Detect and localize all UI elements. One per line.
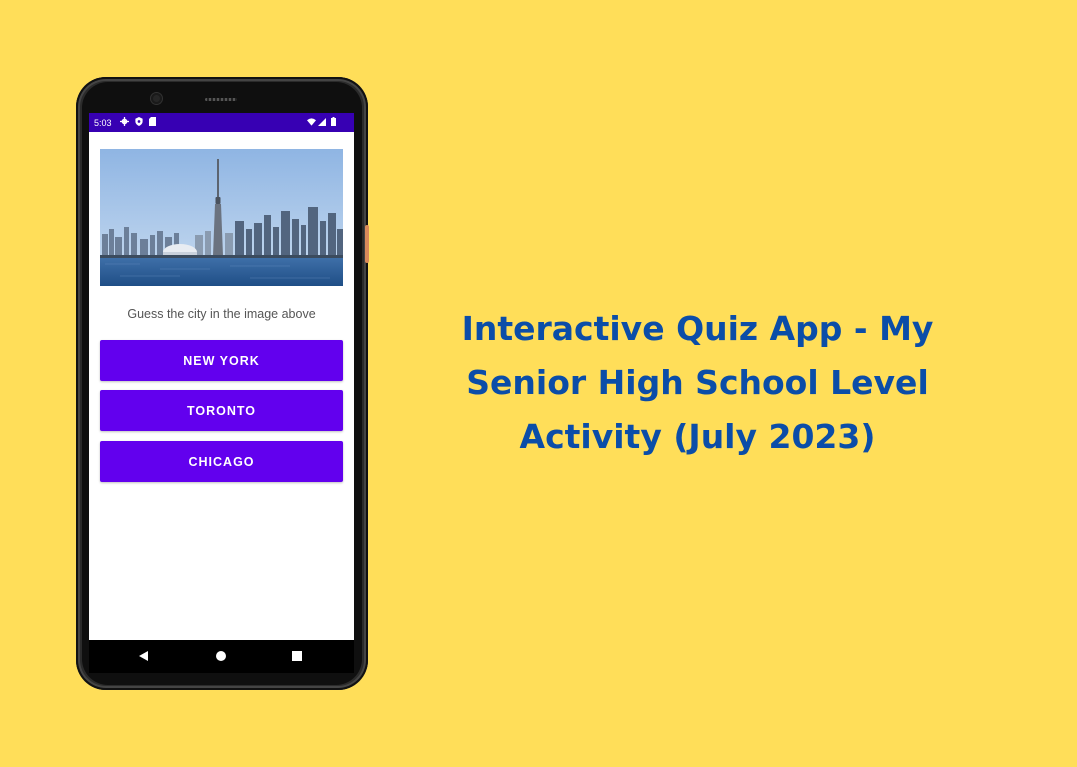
status-right-icons	[307, 117, 336, 128]
status-bar: 5:03	[89, 113, 354, 132]
headline-line-3: Activity (July 2023)	[519, 417, 876, 456]
power-button	[365, 225, 369, 263]
signal-icon	[318, 117, 326, 128]
question-text: Guess the city in the image above	[127, 307, 316, 321]
headline: Interactive Quiz App - My Senior High Sc…	[440, 302, 955, 464]
status-time: 5:03	[94, 117, 112, 128]
answer-new-york-button[interactable]: NEW YORK	[100, 340, 343, 381]
front-camera-icon	[151, 93, 162, 104]
sd-card-icon	[148, 117, 156, 128]
home-icon[interactable]	[216, 651, 226, 661]
city-skyline-image	[100, 149, 343, 286]
shield-icon	[134, 117, 143, 128]
answer-chicago-button[interactable]: CHICAGO	[100, 441, 343, 482]
earpiece-speaker	[205, 98, 237, 101]
phone-screen: 5:03 Guess the city in the image above N…	[89, 113, 354, 640]
navigation-bar	[89, 640, 354, 673]
back-icon[interactable]	[139, 651, 148, 661]
battery-icon	[331, 117, 336, 128]
answer-toronto-button[interactable]: TORONTO	[100, 390, 343, 431]
gear-icon	[119, 117, 129, 128]
headline-line-2: Senior High School Level	[466, 363, 929, 402]
recents-icon[interactable]	[292, 651, 302, 661]
headline-line-1: Interactive Quiz App - My	[461, 309, 934, 348]
wifi-icon	[307, 117, 316, 128]
